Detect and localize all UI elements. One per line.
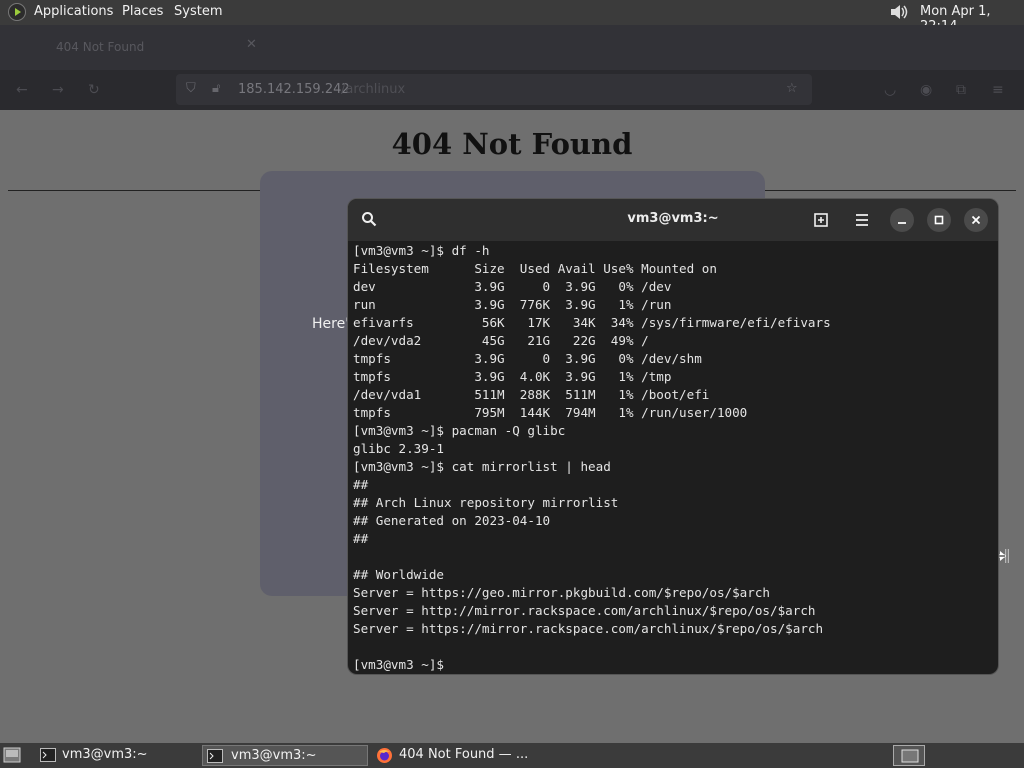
tab-close-icon[interactable]: ✕ (246, 37, 257, 52)
terminal-icon (207, 749, 223, 763)
account-icon[interactable]: ◉ (920, 82, 932, 98)
terminal-line: tmpfs 795M 144K 794M 1% /run/user/1000 (353, 405, 748, 420)
terminal-line: ## Generated on 2023-04-10 (353, 513, 551, 528)
terminal-line: efivarfs 56K 17K 34K 34% /sys/firmware/e… (353, 315, 831, 330)
terminal-line: Server = http://mirror.rackspace.com/arc… (353, 603, 816, 618)
url-host: 185.142.159.242 (238, 82, 350, 97)
show-desktop-icon[interactable] (3, 747, 21, 763)
back-icon[interactable]: ← (16, 82, 28, 98)
popup-text: Here' (312, 316, 350, 332)
terminal-output[interactable]: [vm3@vm3 ~]$ df -h Filesystem Size Used A… (353, 242, 993, 674)
taskbar-item-firefox[interactable]: 404 Not Found — ... (372, 745, 542, 766)
terminal-line: ## (353, 477, 369, 492)
close-button[interactable] (964, 208, 988, 232)
firefox-icon (377, 748, 392, 763)
terminal-line: [vm3@vm3 ~]$ pacman -Q glibc (353, 423, 566, 438)
terminal-line: /dev/vda2 45G 21G 22G 49% / (353, 333, 649, 348)
bottom-taskbar: vm3@vm3:~ vm3@vm3:~ 404 Not Found — ... (0, 743, 1024, 768)
terminal-window[interactable]: vm3@vm3:~ [vm3@vm3 ~]$ df -h Filesystem S… (348, 199, 998, 674)
taskbar-item-terminal-1[interactable]: vm3@vm3:~ (36, 745, 198, 766)
maximize-icon (934, 215, 944, 225)
terminal-line: glibc 2.39-1 (353, 441, 444, 456)
applications-menu[interactable]: Applications (34, 4, 113, 19)
taskbar-item-label: 404 Not Found — ... (399, 747, 529, 762)
terminal-line: dev 3.9G 0 3.9G 0% /dev (353, 279, 672, 294)
terminal-line: [vm3@vm3 ~]$ df -h (353, 243, 490, 258)
places-menu[interactable]: Places (122, 4, 163, 19)
terminal-line: ## (353, 531, 369, 546)
terminal-line: [vm3@vm3 ~]$ cat mirrorlist | head (353, 459, 611, 474)
terminal-line: Filesystem Size Used Avail Use% Mounted … (353, 261, 717, 276)
pocket-icon[interactable]: ◡ (884, 82, 896, 98)
browser-nav-bar: ← → ↻ ⛉ 🔓︎ 185.142.159.242 /archlinux ☆ … (0, 70, 1024, 110)
workspace-switcher-icon[interactable] (893, 745, 925, 766)
terminal-line: [vm3@vm3 ~]$ (353, 657, 452, 672)
extensions-icon[interactable]: ⧉ (956, 82, 966, 98)
terminal-line: tmpfs 3.9G 4.0K 3.9G 1% /tmp (353, 369, 672, 384)
system-menu[interactable]: System (174, 4, 222, 19)
taskbar-item-label: vm3@vm3:~ (231, 748, 317, 763)
url-bar[interactable]: ⛉ 🔓︎ 185.142.159.242 /archlinux ☆ (176, 74, 812, 105)
terminal-line: ## Arch Linux repository mirrorlist (353, 495, 619, 510)
terminal-line: ## Worldwide (353, 567, 444, 582)
minimize-button[interactable] (890, 208, 914, 232)
terminal-line: tmpfs 3.9G 0 3.9G 0% /dev/shm (353, 351, 702, 366)
terminal-icon (40, 748, 56, 762)
taskbar-item-terminal-2[interactable]: vm3@vm3:~ (202, 745, 368, 766)
url-path: /archlinux (341, 82, 406, 97)
terminal-header[interactable]: vm3@vm3:~ (348, 199, 998, 241)
browser-tab[interactable]: 404 Not Found (56, 40, 144, 54)
shield-icon[interactable]: ⛉ (186, 81, 196, 96)
new-tab-icon[interactable] (812, 210, 832, 230)
terminal-line: /dev/vda1 511M 288K 511M 1% /boot/efi (353, 387, 710, 402)
hamburger-menu-icon[interactable] (852, 210, 872, 230)
browser-tab-bar: 404 Not Found ✕ (0, 25, 1024, 70)
menu-icon[interactable]: ≡ (992, 82, 1004, 98)
volume-icon[interactable] (888, 3, 910, 21)
forward-icon[interactable]: → (52, 82, 64, 98)
bookmark-star-icon[interactable]: ☆ (786, 81, 798, 96)
reload-icon[interactable]: ↻ (88, 82, 100, 98)
minimize-icon (898, 222, 906, 224)
top-panel: Applications Places System Mon Apr 1, 22… (0, 0, 1024, 34)
applications-logo-icon[interactable] (8, 3, 26, 21)
maximize-button[interactable] (927, 208, 951, 232)
terminal-line: run 3.9G 776K 3.9G 1% /run (353, 297, 672, 312)
lock-icon[interactable]: 🔓︎ (212, 81, 220, 96)
page-heading: 404 Not Found (391, 127, 633, 161)
close-icon (971, 215, 981, 225)
terminal-line: Server = https://mirror.rackspace.com/ar… (353, 621, 824, 636)
terminal-line: Server = https://geo.mirror.pkgbuild.com… (353, 585, 771, 600)
taskbar-item-label: vm3@vm3:~ (62, 747, 148, 762)
